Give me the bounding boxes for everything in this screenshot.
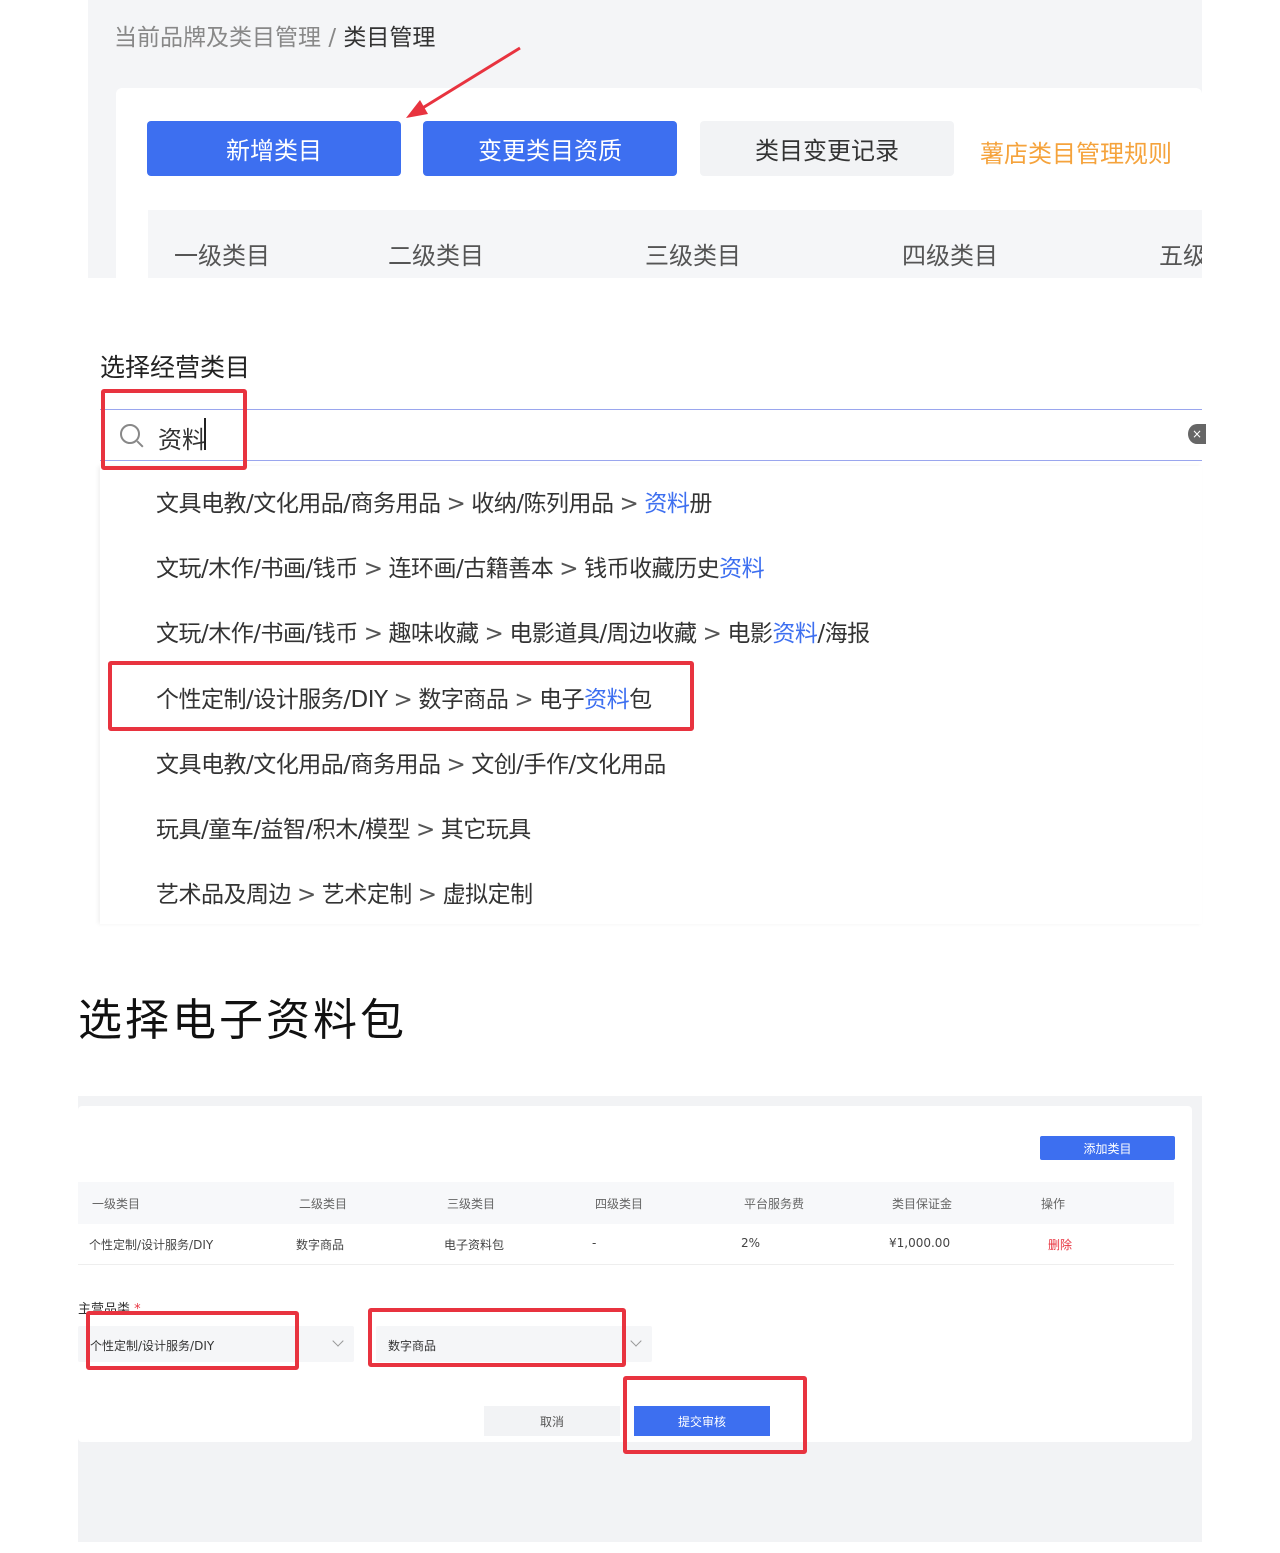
option-segment: 册	[689, 491, 712, 517]
table-cell: 2%	[741, 1236, 761, 1250]
option-keyword-highlight: 资料	[772, 621, 818, 647]
option-keyword-highlight: 资料	[719, 556, 765, 582]
option-segment: 其它玩具	[440, 817, 532, 843]
option-segment: 文具电教/文化用品/商务用品	[156, 752, 441, 778]
select-business-category-title: 选择经营类目	[100, 353, 251, 382]
option-separator: >	[559, 556, 579, 582]
option-segment: 趣味收藏	[388, 621, 480, 647]
option-segment: 文具电教/文化用品/商务用品	[156, 491, 441, 517]
table-cell: 数字商品	[296, 1238, 345, 1252]
search-result-option[interactable]: 文玩/木作/书画/钱币 > 连环画/古籍善本 > 钱币收藏历史资料	[156, 549, 765, 583]
option-separator: >	[702, 621, 722, 647]
option-keyword-highlight: 资料	[644, 491, 690, 517]
search-result-option[interactable]: 文具电教/文化用品/商务用品 > 收纳/陈列用品 > 资料册	[156, 484, 712, 518]
clear-icon[interactable]: ×	[1188, 424, 1206, 444]
th-deposit: 类目保证金	[892, 1197, 953, 1211]
chevron-down-icon	[332, 1335, 344, 1347]
option-segment: 艺术定制	[321, 882, 413, 908]
table-cell: 电子资料包	[444, 1238, 505, 1252]
chevron-down-icon	[630, 1335, 642, 1347]
highlight-box-select-1	[86, 1311, 299, 1370]
option-segment: 文玩/木作/书画/钱币	[156, 621, 358, 647]
option-segment: 玩具/童车/益智/积木/模型	[156, 817, 411, 843]
option-separator: >	[416, 817, 435, 843]
option-separator: >	[417, 882, 437, 908]
option-separator: >	[363, 556, 383, 582]
th-service-fee: 平台服务费	[744, 1197, 805, 1211]
th-level4: 四级类目	[595, 1197, 644, 1211]
option-separator: >	[446, 491, 466, 517]
option-segment: 文创/手作/文化用品	[471, 752, 666, 778]
search-result-option[interactable]: 文具电教/文化用品/商务用品 > 文创/手作/文化用品	[156, 745, 666, 779]
option-segment: 电影	[727, 621, 773, 647]
annotation-arrow-icon	[406, 46, 521, 118]
highlight-box-search	[101, 389, 247, 470]
add-category-small-button[interactable]: 添加类目	[1040, 1136, 1175, 1160]
delete-link[interactable]: 删除	[1048, 1236, 1072, 1253]
cancel-button[interactable]: 取消	[484, 1406, 620, 1436]
instruction-caption: 选择电子资料包	[78, 995, 407, 1046]
option-segment: 电影道具/周边收藏	[509, 621, 697, 647]
th-level1: 一级类目	[92, 1197, 141, 1211]
option-separator: >	[484, 621, 504, 647]
highlight-box-option	[108, 661, 694, 731]
th-level3: 三级类目	[447, 1197, 496, 1211]
option-segment: /海报	[817, 621, 870, 647]
th-level2: 二级类目	[299, 1197, 348, 1211]
th-actions: 操作	[1041, 1197, 1066, 1211]
option-segment: 连环画/古籍善本	[388, 556, 554, 582]
search-result-option[interactable]: 艺术品及周边 > 艺术定制 > 虚拟定制	[156, 875, 533, 909]
table-header: 一级类目 二级类目 三级类目 四级类目 平台服务费 类目保证金 操作	[78, 1182, 1174, 1224]
option-separator: >	[363, 621, 383, 647]
option-segment: 收纳/陈列用品	[471, 491, 614, 517]
row-divider	[78, 1264, 1174, 1265]
highlight-box-submit	[623, 1376, 807, 1454]
table-cell: 个性定制/设计服务/DIY	[89, 1238, 214, 1252]
option-segment: 虚拟定制	[442, 882, 534, 908]
table-cell: ¥1,000.00	[889, 1236, 951, 1250]
search-result-option[interactable]: 文玩/木作/书画/钱币 > 趣味收藏 > 电影道具/周边收藏 > 电影资料/海报	[156, 614, 870, 648]
option-segment: 文玩/木作/书画/钱币	[156, 556, 358, 582]
option-segment: 艺术品及周边	[156, 882, 292, 908]
option-separator: >	[297, 882, 316, 908]
table-cell: -	[592, 1236, 597, 1250]
option-separator: >	[446, 752, 466, 778]
option-separator: >	[619, 491, 639, 517]
search-result-option[interactable]: 玩具/童车/益智/积木/模型 > 其它玩具	[156, 810, 531, 844]
highlight-box-select-2	[368, 1308, 626, 1367]
category-search-input[interactable]	[100, 409, 1202, 461]
option-segment: 钱币收藏历史	[584, 556, 720, 582]
